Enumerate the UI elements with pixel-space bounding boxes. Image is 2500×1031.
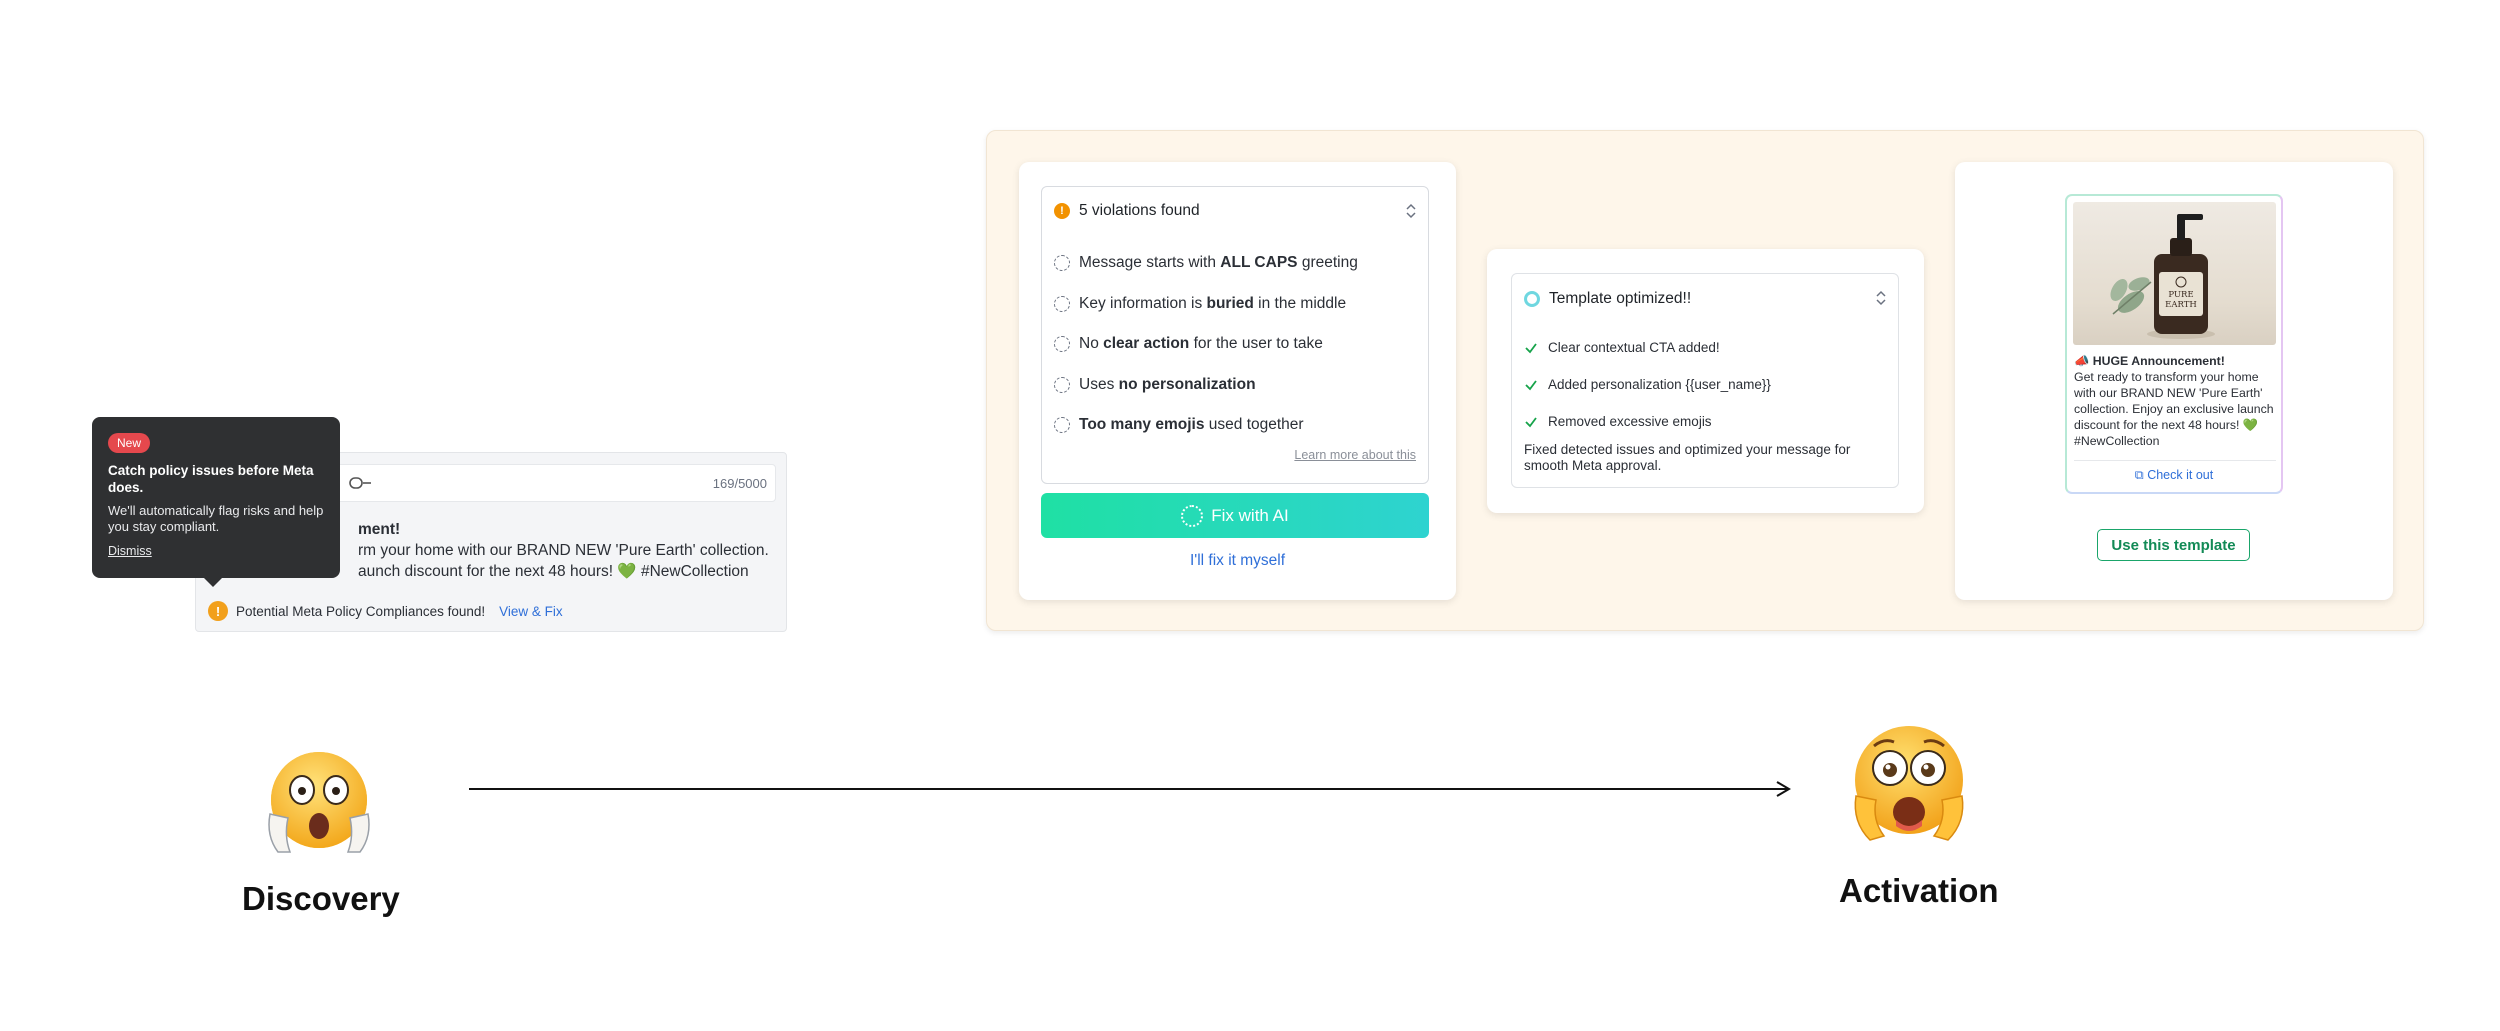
warning-icon: ! xyxy=(208,601,228,621)
optimized-box: Template optimized!! Clear contextual CT… xyxy=(1511,273,1899,488)
violations-box: ! 5 violations found Message starts with… xyxy=(1041,186,1429,484)
violation-text: Key information is buried in the middle xyxy=(1079,295,1346,313)
optimized-title: Template optimized!! xyxy=(1549,290,1692,307)
svg-text:PURE: PURE xyxy=(2168,290,2193,300)
shocked-face-icon xyxy=(264,748,374,858)
checklist-item: Added personalization {{user_name}} xyxy=(1524,366,1771,403)
new-badge: New xyxy=(108,433,151,453)
violation-text-pre: No xyxy=(1079,335,1104,353)
activation-label: Activation xyxy=(1839,872,1999,909)
policy-warning: ! Potential Meta Policy Compliances foun… xyxy=(208,599,563,623)
violation-text: Message starts with ALL CAPS greeting xyxy=(1079,254,1358,272)
product-image: PURE EARTH xyxy=(2073,202,2276,345)
preview-heading: 📣 HUGE Announcement! xyxy=(2074,354,2225,368)
svg-text:EARTH: EARTH xyxy=(2165,300,2197,310)
checkmark-icon xyxy=(1525,379,1537,390)
violation-text-pre: Key information is xyxy=(1079,294,1207,312)
status-ring-icon xyxy=(1524,291,1540,307)
preview-body: Get ready to transform your home with ou… xyxy=(2074,370,2274,448)
checklist-text: Clear contextual CTA added! xyxy=(1548,340,1720,355)
learn-more-link[interactable]: Learn more about this xyxy=(1294,448,1416,462)
checklist-item: Clear contextual CTA added! xyxy=(1524,329,1771,366)
external-link-icon: ⧉ xyxy=(2134,468,2144,482)
policy-warning-text: Potential Meta Policy Compliances found! xyxy=(236,603,486,619)
discovery-label: Discovery xyxy=(242,880,400,917)
violation-text-post: in the middle xyxy=(1253,294,1347,312)
violation-text-pre: Uses xyxy=(1079,375,1119,393)
optimized-card: Template optimized!! Clear contextual CT… xyxy=(1487,249,1924,513)
violation-item: Uses no personalization xyxy=(1054,365,1358,406)
optimization-summary: Fixed detected issues and optimized your… xyxy=(1524,442,1851,473)
message-headline: ment! xyxy=(358,521,401,538)
fix-with-ai-button[interactable]: Fix with AI xyxy=(1041,493,1429,538)
violation-item: Too many emojis used together xyxy=(1054,405,1358,446)
violation-text: Too many emojis used together xyxy=(1079,416,1304,434)
character-count: 169/5000 xyxy=(712,476,767,491)
message-preview: PURE EARTH 📣 HUGE Announcement! Get read… xyxy=(2065,194,2283,494)
violation-text-bold: ALL CAPS xyxy=(1220,254,1298,272)
violation-item: No clear action for the user to take xyxy=(1054,324,1358,365)
dismiss-link[interactable]: Dismiss xyxy=(108,544,152,558)
violation-text-bold: buried xyxy=(1206,294,1254,312)
tooltip-description: We'll automatically flag risks and help … xyxy=(108,503,324,534)
dashed-circle-icon xyxy=(1054,336,1070,353)
violations-list: Message starts with ALL CAPS greeting Key… xyxy=(1054,243,1358,446)
violation-item: Key information is buried in the middle xyxy=(1054,284,1358,325)
tooltip-title: Catch policy issues before Meta does. xyxy=(108,463,314,495)
ai-sparkle-icon xyxy=(1181,504,1204,527)
violation-text-post: used together xyxy=(1204,416,1304,434)
template-preview-card: PURE EARTH 📣 HUGE Announcement! Get read… xyxy=(1955,162,2393,600)
optimized-header[interactable]: Template optimized!! xyxy=(1524,290,1691,308)
violation-text: No clear action for the user to take xyxy=(1079,335,1323,353)
dashed-circle-icon xyxy=(1054,295,1070,312)
astonished-face-icon xyxy=(1846,720,1972,846)
violation-item: Message starts with ALL CAPS greeting xyxy=(1054,243,1358,284)
violation-text-pre: Message starts with xyxy=(1079,254,1221,272)
feature-tooltip: New Catch policy issues before Meta does… xyxy=(92,417,340,587)
violations-header[interactable]: ! 5 violations found xyxy=(1054,202,1200,220)
divider xyxy=(2074,460,2276,461)
optimization-checklist: Clear contextual CTA added! Added persona… xyxy=(1524,329,1771,440)
violation-text-bold: no personalization xyxy=(1118,375,1256,393)
checklist-text: Removed excessive emojis xyxy=(1548,414,1712,429)
checklist-text: Added personalization {{user_name}} xyxy=(1548,377,1771,392)
dashed-circle-icon xyxy=(1054,417,1070,434)
warning-icon: ! xyxy=(1054,203,1070,219)
violation-text-post: for the user to take xyxy=(1189,335,1323,353)
checklist-item: Removed excessive emojis xyxy=(1524,403,1771,440)
checkmark-icon xyxy=(1525,342,1537,353)
violations-title: 5 violations found xyxy=(1079,202,1200,219)
arrow-right-icon xyxy=(469,781,1791,797)
check-it-out-label: Check it out xyxy=(2147,468,2214,482)
fix-with-ai-label: Fix with AI xyxy=(1211,505,1289,525)
violation-text-bold: Too many emojis xyxy=(1079,416,1205,434)
check-it-out-button[interactable]: ⧉ Check it out xyxy=(2067,468,2281,483)
chevron-up-down-icon[interactable] xyxy=(1875,290,1887,306)
use-template-button[interactable]: Use this template xyxy=(2097,529,2250,561)
dashed-circle-icon xyxy=(1054,255,1070,272)
preview-message: 📣 HUGE Announcement! Get ready to transf… xyxy=(2074,353,2278,449)
fix-myself-link[interactable]: I'll fix it myself xyxy=(1019,552,1456,570)
violations-card: ! 5 violations found Message starts with… xyxy=(1019,162,1456,600)
chevron-up-down-icon[interactable] xyxy=(1405,203,1417,219)
dashed-circle-icon xyxy=(1054,376,1070,393)
view-and-fix-link[interactable]: View & Fix xyxy=(499,604,563,619)
violation-text: Uses no personalization xyxy=(1079,376,1256,394)
checkmark-icon xyxy=(1525,416,1537,427)
violation-text-bold: clear action xyxy=(1103,335,1190,353)
violation-text-post: greeting xyxy=(1297,254,1358,272)
link-icon[interactable] xyxy=(349,476,373,490)
